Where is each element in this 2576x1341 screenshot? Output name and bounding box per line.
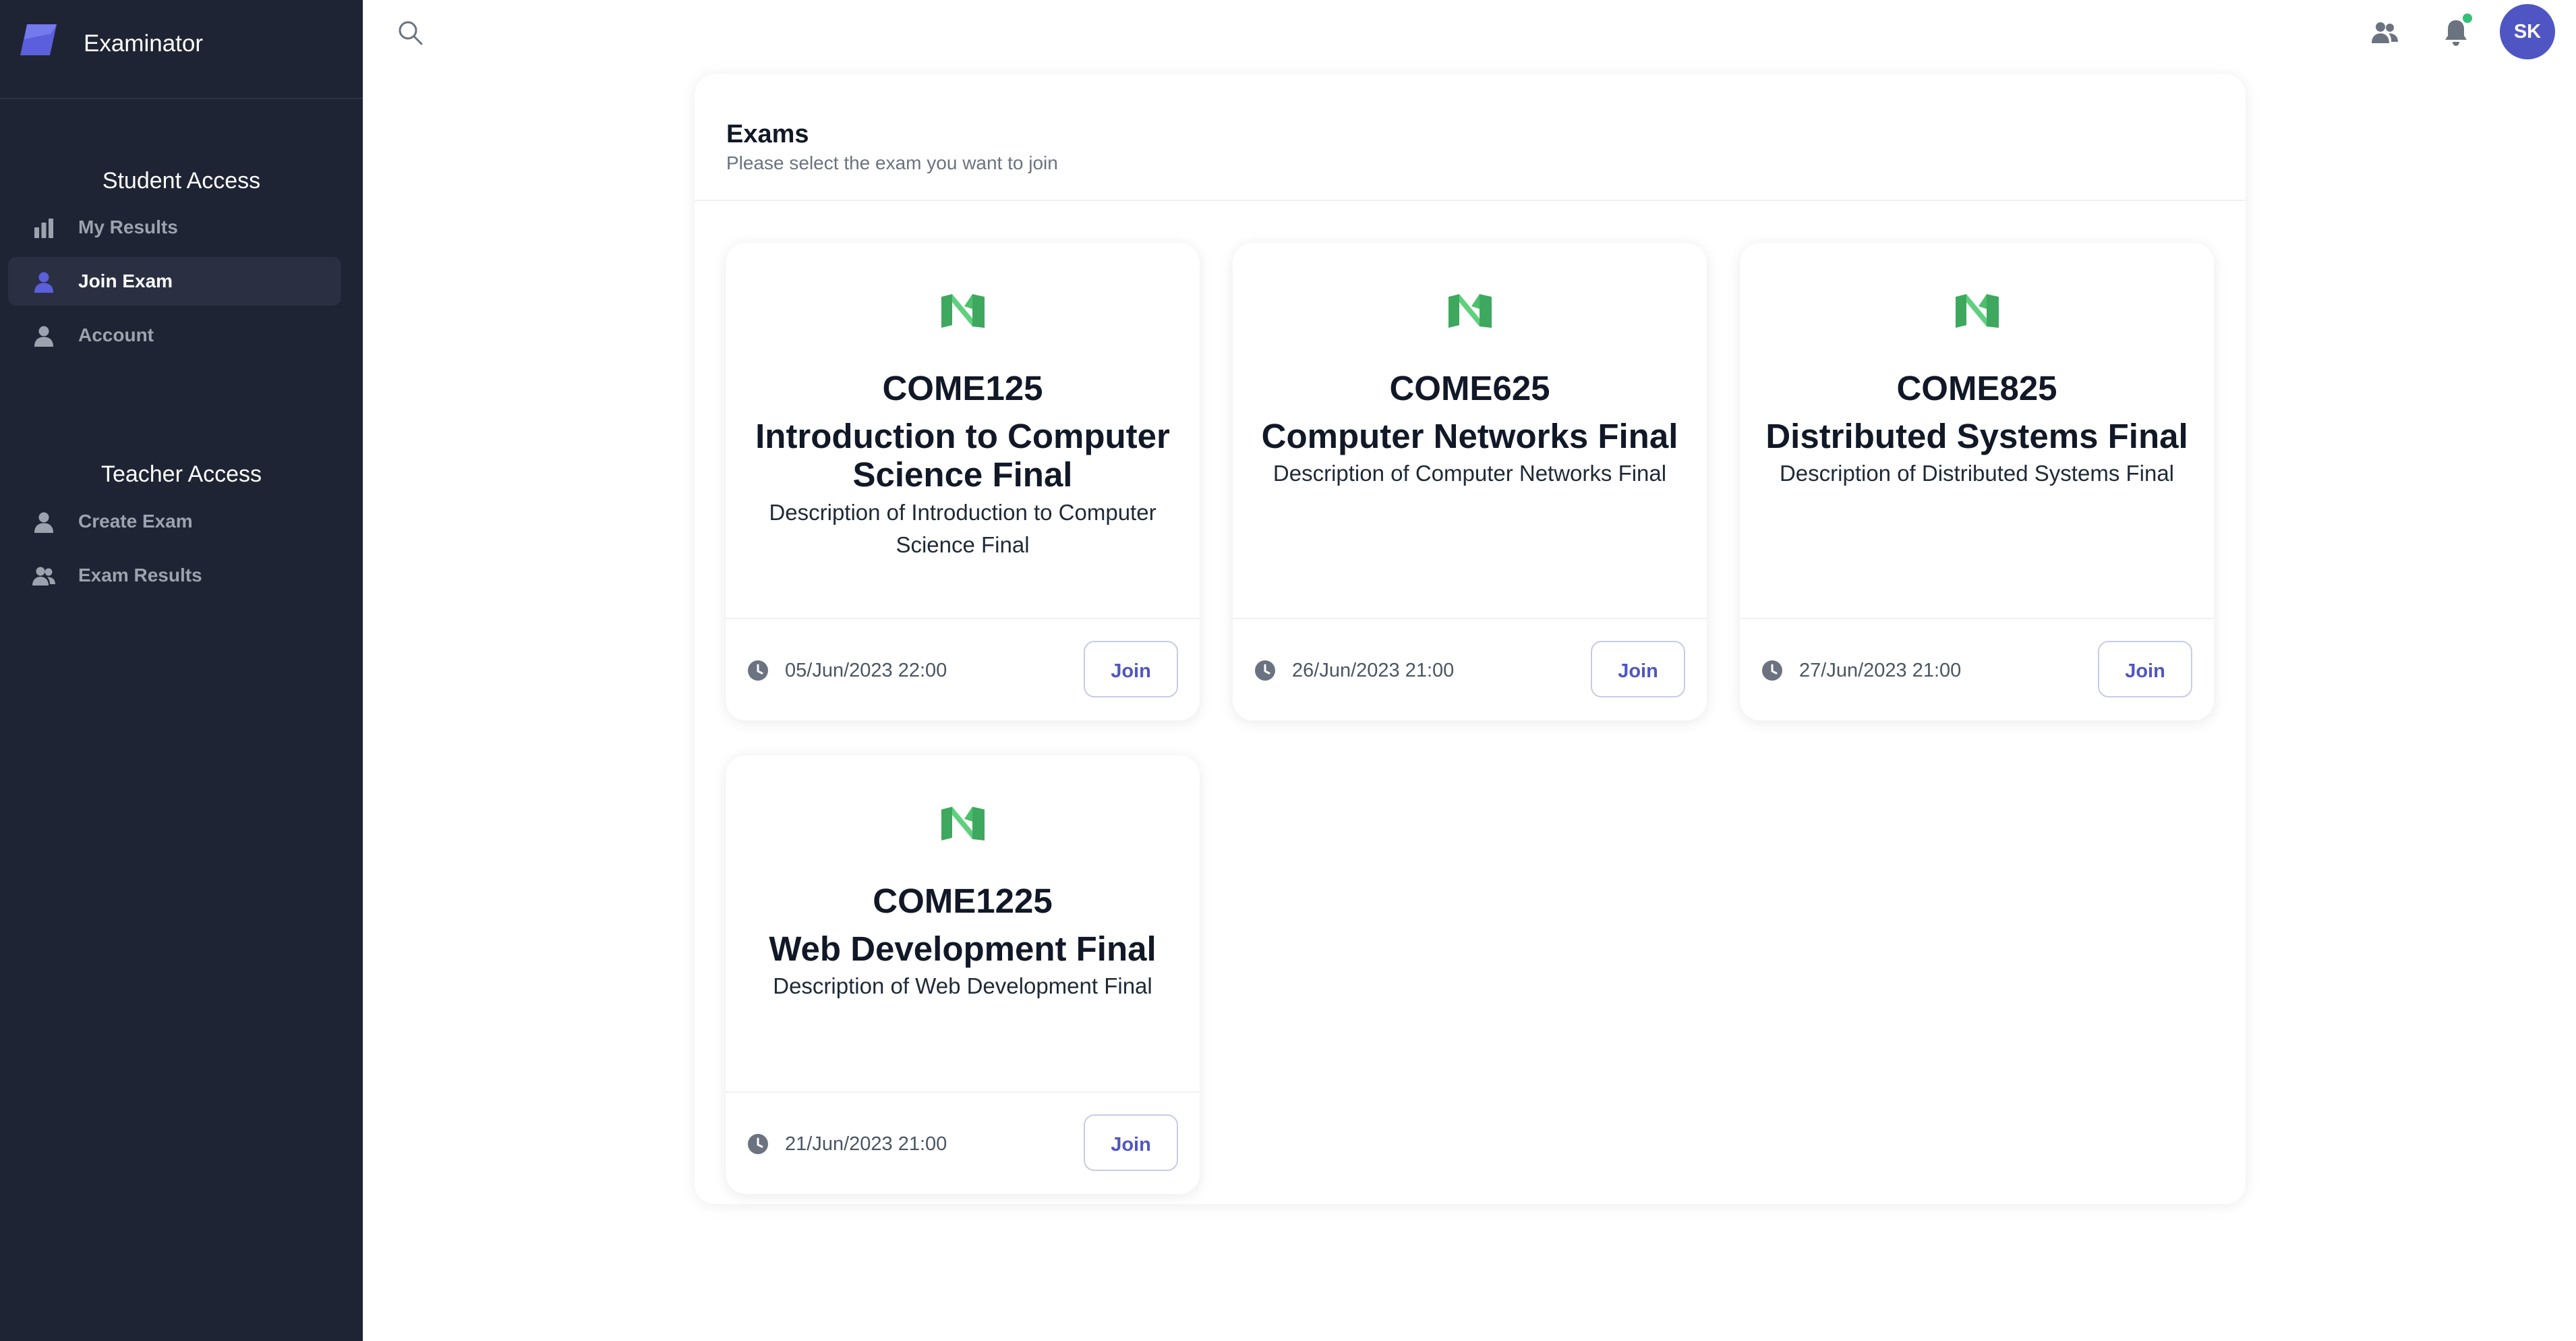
avatar[interactable]: SK [2500,4,2555,59]
exam-logo-icon [1956,294,1999,328]
exam-date: 26/Jun/2023 21:00 [1292,660,1455,681]
page-title: Exams [726,120,809,148]
exam-description: Description of Computer Networks Final [1272,461,1667,486]
join-button[interactable]: Join [1084,1114,1178,1171]
clock-icon [748,1134,768,1154]
app-name: Examinator [84,30,204,57]
exam-title: Web Development Final [769,930,1157,968]
exam-date: 21/Jun/2023 21:00 [785,1133,947,1155]
user-icon [34,326,53,347]
exam-description: Description of Introduction to Computer … [769,500,1157,557]
join-button[interactable]: Join [1591,641,1685,697]
card-footer: 05/Jun/2023 22:00 Join [726,618,1200,722]
exam-title: Introduction to Computer Science Final [755,417,1170,494]
exam-card: COME125 Introduction to Computer Science… [726,243,1200,720]
join-button[interactable]: Join [2098,641,2192,697]
bar-chart-icon [34,219,53,238]
student-access-heading: Student Access [102,168,261,194]
sidebar-item-label: Join Exam [78,270,173,291]
sidebar-item-label: Create Exam [78,511,193,532]
sidebar-item-my-results[interactable]: My Results [8,203,341,252]
exam-code: COME825 [1896,369,2057,407]
card-footer: 27/Jun/2023 21:00 Join [1740,618,2214,722]
exam-date: 27/Jun/2023 21:00 [1799,660,1962,681]
panel-header: Exams Please select the exam you want to… [695,74,2246,201]
clock-icon [1255,660,1275,681]
exam-code: COME125 [882,369,1043,407]
exam-logo-icon [941,294,985,328]
sidebar-item-label: Account [78,324,154,345]
page-subtitle: Please select the exam you want to join [726,152,1058,173]
sidebar-item-label: My Results [78,217,178,237]
brand[interactable]: Examinator [0,0,363,99]
exam-title: Distributed Systems Final [1765,417,2188,455]
sidebar-item-label: Exam Results [78,565,202,586]
exam-code: COME625 [1389,369,1550,407]
clock-icon [1762,660,1782,681]
exam-title: Computer Networks Final [1261,417,1678,455]
examinator-logo-icon [20,24,57,55]
exam-description: Description of Web Development Final [773,973,1152,998]
sidebar-item-join-exam[interactable]: Join Exam [8,257,341,306]
sidebar: Examinator Student Access My Results Joi… [0,0,363,1341]
card-footer: 26/Jun/2023 21:00 Join [1233,618,1707,722]
exam-date: 05/Jun/2023 22:00 [785,660,947,681]
exams-panel: Exams Please select the exam you want to… [695,74,2246,1204]
exam-card: COME1225 Web Development Final Descripti… [726,755,1200,1194]
join-button[interactable]: Join [1084,641,1178,697]
sidebar-item-account[interactable]: Account [8,311,341,360]
user-icon [34,512,53,533]
users-icon [32,567,55,586]
sidebar-item-exam-results[interactable]: Exam Results [8,551,341,600]
users-icon[interactable] [2370,19,2399,46]
notification-dot [2463,13,2472,23]
user-icon [34,272,53,293]
teacher-access-heading: Teacher Access [100,461,262,487]
exam-card: COME825 Distributed Systems Final Descri… [1740,243,2214,720]
search-icon[interactable] [397,19,423,46]
card-footer: 21/Jun/2023 21:00 Join [726,1091,1200,1195]
exam-logo-icon [1448,294,1492,328]
sidebar-item-create-exam[interactable]: Create Exam [8,497,341,546]
exam-card: COME625 Computer Networks Final Descript… [1233,243,1707,720]
exam-code: COME1225 [873,882,1053,920]
clock-icon [748,660,768,681]
exam-logo-icon [941,807,985,840]
exam-description: Description of Distributed Systems Final [1779,461,2175,486]
